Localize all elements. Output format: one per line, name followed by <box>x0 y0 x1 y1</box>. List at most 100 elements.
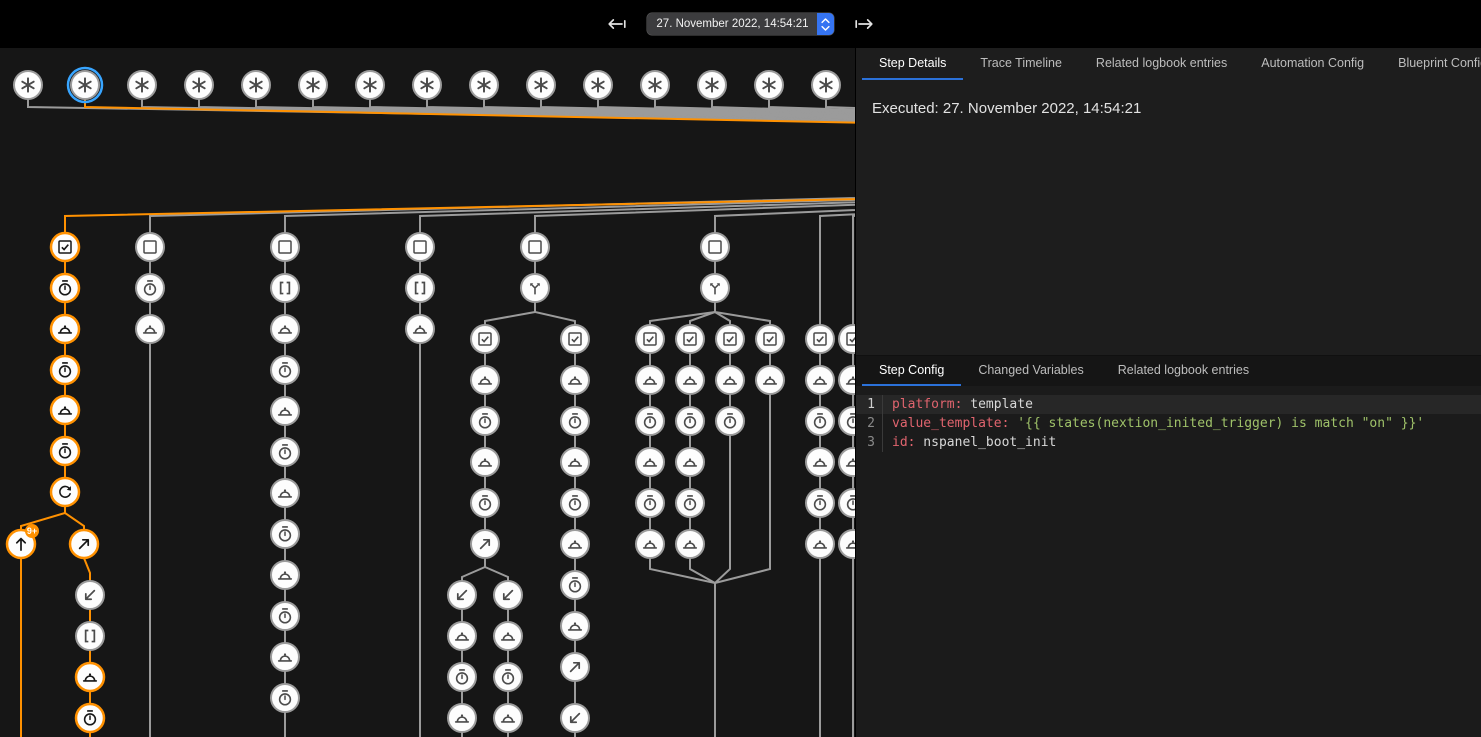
trigger-node[interactable] <box>413 71 441 99</box>
graph-node-arrow-top-right[interactable] <box>561 653 589 681</box>
graph-node-room-service[interactable] <box>806 448 834 476</box>
yaml-code-editor[interactable]: 1platform: template2value_template: '{{ … <box>856 386 1481 452</box>
graph-node-timer[interactable] <box>839 489 855 517</box>
graph-node-room-service[interactable] <box>448 622 476 650</box>
graph-node-timer[interactable] <box>806 489 834 517</box>
graph-node-timer[interactable] <box>471 407 499 435</box>
graph-node-checkbox-marked[interactable] <box>636 325 664 353</box>
graph-node-timer[interactable] <box>806 407 834 435</box>
graph-node-room-service[interactable] <box>471 366 499 394</box>
graph-node-code-brackets[interactable] <box>271 274 299 302</box>
graph-node-room-service[interactable] <box>494 704 522 732</box>
graph-node-checkbox-marked[interactable] <box>806 325 834 353</box>
subtab-step-config[interactable]: Step Config <box>862 356 961 386</box>
selected-trigger-node[interactable] <box>68 68 102 102</box>
graph-node-timer[interactable] <box>448 663 476 691</box>
graph-node-timer[interactable] <box>561 407 589 435</box>
graph-node-room-service[interactable] <box>716 366 744 394</box>
graph-node-room-service[interactable] <box>271 479 299 507</box>
graph-node-room-service[interactable] <box>839 366 855 394</box>
graph-node-room-service[interactable] <box>561 448 589 476</box>
graph-node-room-service[interactable] <box>271 643 299 671</box>
graph-node-timer[interactable] <box>716 407 744 435</box>
graph-node-room-service[interactable] <box>136 315 164 343</box>
graph-node-timer[interactable] <box>839 407 855 435</box>
graph-node-timer[interactable] <box>676 489 704 517</box>
graph-node-room-service[interactable] <box>448 704 476 732</box>
graph-node-call-split[interactable] <box>521 274 549 302</box>
graph-node-room-service[interactable] <box>636 448 664 476</box>
graph-node-checkbox-marked[interactable] <box>51 233 79 261</box>
graph-node-room-service[interactable] <box>839 448 855 476</box>
graph-node-arrow-bottom-left[interactable] <box>494 581 522 609</box>
graph-node-room-service[interactable] <box>676 366 704 394</box>
subtab-related-logbook-entries[interactable]: Related logbook entries <box>1101 356 1266 386</box>
trigger-node[interactable] <box>470 71 498 99</box>
graph-node-arrow-top-right[interactable] <box>471 530 499 558</box>
trigger-node[interactable] <box>299 71 327 99</box>
graph-node-checkbox-blank[interactable] <box>406 233 434 261</box>
graph-node-arrow-up[interactable]: 9+ <box>7 524 39 558</box>
trigger-node[interactable] <box>584 71 612 99</box>
graph-node-room-service[interactable] <box>561 612 589 640</box>
graph-node-room-service[interactable] <box>636 366 664 394</box>
graph-node-timer[interactable] <box>271 520 299 548</box>
older-trace-button[interactable] <box>603 10 631 38</box>
graph-node-checkbox-marked[interactable] <box>471 325 499 353</box>
tab-trace-timeline[interactable]: Trace Timeline <box>963 48 1079 80</box>
graph-node-checkbox-marked[interactable] <box>716 325 744 353</box>
graph-node-checkbox-blank[interactable] <box>521 233 549 261</box>
graph-node-timer[interactable] <box>494 663 522 691</box>
graph-node-checkbox-marked[interactable] <box>756 325 784 353</box>
graph-node-room-service[interactable] <box>271 397 299 425</box>
graph-node-room-service[interactable] <box>676 448 704 476</box>
graph-node-checkbox-marked[interactable] <box>839 325 855 353</box>
graph-node-timer[interactable] <box>471 489 499 517</box>
graph-node-room-service[interactable] <box>494 622 522 650</box>
graph-node-room-service[interactable] <box>561 530 589 558</box>
graph-node-timer[interactable] <box>51 274 79 302</box>
graph-node-timer[interactable] <box>271 602 299 630</box>
trace-select[interactable]: 27. November 2022, 14:54:21 <box>647 13 833 35</box>
graph-node-timer[interactable] <box>51 437 79 465</box>
graph-node-arrow-bottom-left[interactable] <box>561 704 589 732</box>
graph-node-room-service[interactable] <box>271 315 299 343</box>
graph-node-timer[interactable] <box>271 356 299 384</box>
graph-node-checkbox-blank[interactable] <box>136 233 164 261</box>
graph-node-timer[interactable] <box>561 489 589 517</box>
subtab-changed-variables[interactable]: Changed Variables <box>961 356 1100 386</box>
trigger-node[interactable] <box>242 71 270 99</box>
graph-node-checkbox-blank[interactable] <box>701 233 729 261</box>
tab-related-logbook-entries[interactable]: Related logbook entries <box>1079 48 1244 80</box>
newer-trace-button[interactable] <box>850 10 878 38</box>
graph-node-room-service[interactable] <box>76 663 104 691</box>
graph-node-call-split[interactable] <box>701 274 729 302</box>
graph-node-room-service[interactable] <box>561 366 589 394</box>
graph-node-code-brackets[interactable] <box>76 622 104 650</box>
graph-node-code-brackets[interactable] <box>406 274 434 302</box>
graph-node-timer[interactable] <box>271 684 299 712</box>
graph-node-timer[interactable] <box>136 274 164 302</box>
graph-node-room-service[interactable] <box>806 366 834 394</box>
graph-node-timer[interactable] <box>676 407 704 435</box>
trigger-node[interactable] <box>356 71 384 99</box>
graph-node-timer[interactable] <box>636 407 664 435</box>
graph-node-timer[interactable] <box>76 704 104 732</box>
graph-node-checkbox-blank[interactable] <box>271 233 299 261</box>
tab-step-details[interactable]: Step Details <box>862 48 963 80</box>
graph-node-room-service[interactable] <box>51 396 79 424</box>
graph-node-arrow-bottom-left[interactable] <box>448 581 476 609</box>
trigger-node[interactable] <box>128 71 156 99</box>
graph-node-timer[interactable] <box>51 356 79 384</box>
graph-node-room-service[interactable] <box>471 448 499 476</box>
graph-node-room-service[interactable] <box>51 315 79 343</box>
trigger-node[interactable] <box>698 71 726 99</box>
graph-node-arrow-bottom-left[interactable] <box>76 581 104 609</box>
trigger-node[interactable] <box>14 71 42 99</box>
trigger-node[interactable] <box>641 71 669 99</box>
trigger-node[interactable] <box>527 71 555 99</box>
graph-node-timer[interactable] <box>636 489 664 517</box>
trigger-node[interactable] <box>755 71 783 99</box>
graph-node-arrow-top-right[interactable] <box>70 530 98 558</box>
graph-node-room-service[interactable] <box>756 366 784 394</box>
